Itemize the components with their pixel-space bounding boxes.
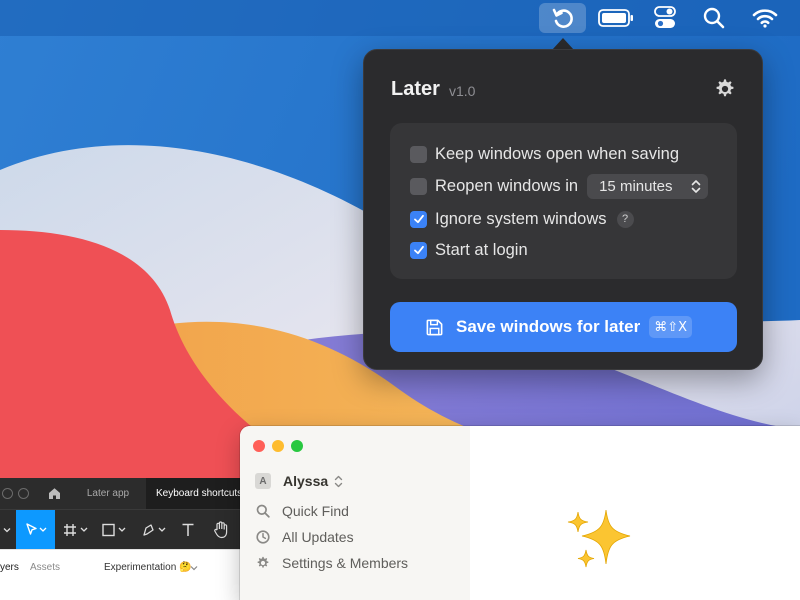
later-popover: Later v1.0 Keep windows open when saving… xyxy=(363,49,763,370)
later-restore-icon[interactable] xyxy=(539,3,586,33)
sparkles-icon xyxy=(567,509,631,568)
hand-icon xyxy=(214,521,228,539)
window-control-dot[interactable] xyxy=(18,488,29,499)
notion-window: A Alyssa Quick Find All Updates Settings… xyxy=(240,426,800,600)
chevron-down-icon xyxy=(3,528,11,533)
save-button-label: Save windows for later xyxy=(456,317,641,336)
pen-tool[interactable] xyxy=(140,510,170,550)
sidebar-item-all-updates[interactable]: All Updates xyxy=(256,527,354,547)
tool-dropdown-chevron[interactable] xyxy=(0,510,14,550)
home-icon[interactable] xyxy=(48,487,61,500)
figma-window: Later app Keyboard shortcuts yers Assets… xyxy=(0,478,245,600)
checkbox-checked[interactable] xyxy=(410,210,427,228)
checkmark-icon xyxy=(413,245,424,255)
page-selector[interactable]: Experimentation 🤔 xyxy=(104,562,192,573)
assets-tab[interactable]: Assets xyxy=(30,562,60,573)
menu-bar xyxy=(0,0,800,36)
frame-hash-icon xyxy=(64,524,88,536)
help-question-icon[interactable]: ? xyxy=(616,210,634,228)
option-start-at-login[interactable]: Start at login xyxy=(410,239,528,261)
save-windows-button[interactable]: Save windows for later ⌘⇧X xyxy=(390,302,737,352)
workspace-avatar: A xyxy=(255,473,271,489)
shape-tool[interactable] xyxy=(100,510,130,550)
figma-left-panel: yers Assets Experimentation 🤔 xyxy=(0,549,245,600)
figma-tab[interactable]: Later app xyxy=(72,478,144,509)
close-window-button[interactable] xyxy=(253,440,265,452)
layers-tab[interactable]: yers xyxy=(0,562,19,573)
gear-icon xyxy=(257,556,269,568)
text-tool[interactable] xyxy=(177,510,199,550)
floppy-disk-icon xyxy=(426,319,443,335)
figma-tab-active[interactable]: Keyboard shortcuts xyxy=(146,478,245,509)
hand-tool[interactable] xyxy=(208,510,234,550)
move-tool[interactable] xyxy=(16,510,55,550)
checkbox-unchecked[interactable] xyxy=(410,177,427,195)
workspace-switcher[interactable]: A Alyssa xyxy=(255,471,343,491)
settings-gear-icon[interactable] xyxy=(714,78,736,100)
options-panel: Keep windows open when saving Reopen win… xyxy=(390,123,737,279)
option-label: Start at login xyxy=(435,240,528,259)
option-keep-windows-open[interactable]: Keep windows open when saving xyxy=(410,143,679,165)
sidebar-item-label: All Updates xyxy=(282,529,354,545)
sidebar-item-quick-find[interactable]: Quick Find xyxy=(256,501,349,521)
keyboard-shortcut: ⌘⇧X xyxy=(649,316,693,338)
sidebar-item-label: Settings & Members xyxy=(282,555,409,571)
sidebar-item-label: Quick Find xyxy=(282,503,349,519)
chevron-up-down-icon xyxy=(334,475,343,487)
frame-tool[interactable] xyxy=(62,510,92,550)
chevron-down-icon xyxy=(190,566,198,571)
text-t-icon xyxy=(182,523,194,536)
clock-icon xyxy=(256,530,270,544)
pen-icon xyxy=(143,524,166,536)
option-label: Keep windows open when saving xyxy=(435,144,679,163)
search-icon xyxy=(256,504,270,518)
checkmark-icon xyxy=(413,214,424,224)
app-version: v1.0 xyxy=(449,83,476,99)
option-reopen-windows[interactable]: Reopen windows in 15 minutes xyxy=(410,173,709,199)
notion-sidebar: A Alyssa Quick Find All Updates Settings… xyxy=(240,426,470,600)
checkbox-unchecked[interactable] xyxy=(410,145,427,163)
checkbox-checked[interactable] xyxy=(410,241,427,259)
option-ignore-system-windows[interactable]: Ignore system windows ? xyxy=(410,208,634,230)
figma-toolbar xyxy=(0,509,245,550)
window-control-dot[interactable] xyxy=(2,488,13,499)
battery-icon[interactable] xyxy=(597,3,635,33)
option-label: Reopen windows in xyxy=(435,176,579,195)
cursor-arrow-icon xyxy=(25,523,46,535)
figma-tab-bar: Later app Keyboard shortcuts xyxy=(0,478,245,509)
wifi-icon[interactable] xyxy=(750,3,780,33)
reopen-interval-select[interactable]: 15 minutes xyxy=(587,173,709,199)
sidebar-item-settings-members[interactable]: Settings & Members xyxy=(256,553,408,573)
option-label: Ignore system windows xyxy=(435,209,607,228)
control-center-icon[interactable] xyxy=(652,3,678,33)
spotlight-search-icon[interactable] xyxy=(700,3,728,33)
workspace-name: Alyssa xyxy=(283,473,329,489)
rectangle-icon xyxy=(102,523,126,537)
zoom-window-button[interactable] xyxy=(291,440,303,452)
select-value: 15 minutes xyxy=(599,177,673,195)
minimize-window-button[interactable] xyxy=(272,440,284,452)
chevron-up-down-icon xyxy=(691,179,701,193)
app-title: Later xyxy=(391,78,440,100)
